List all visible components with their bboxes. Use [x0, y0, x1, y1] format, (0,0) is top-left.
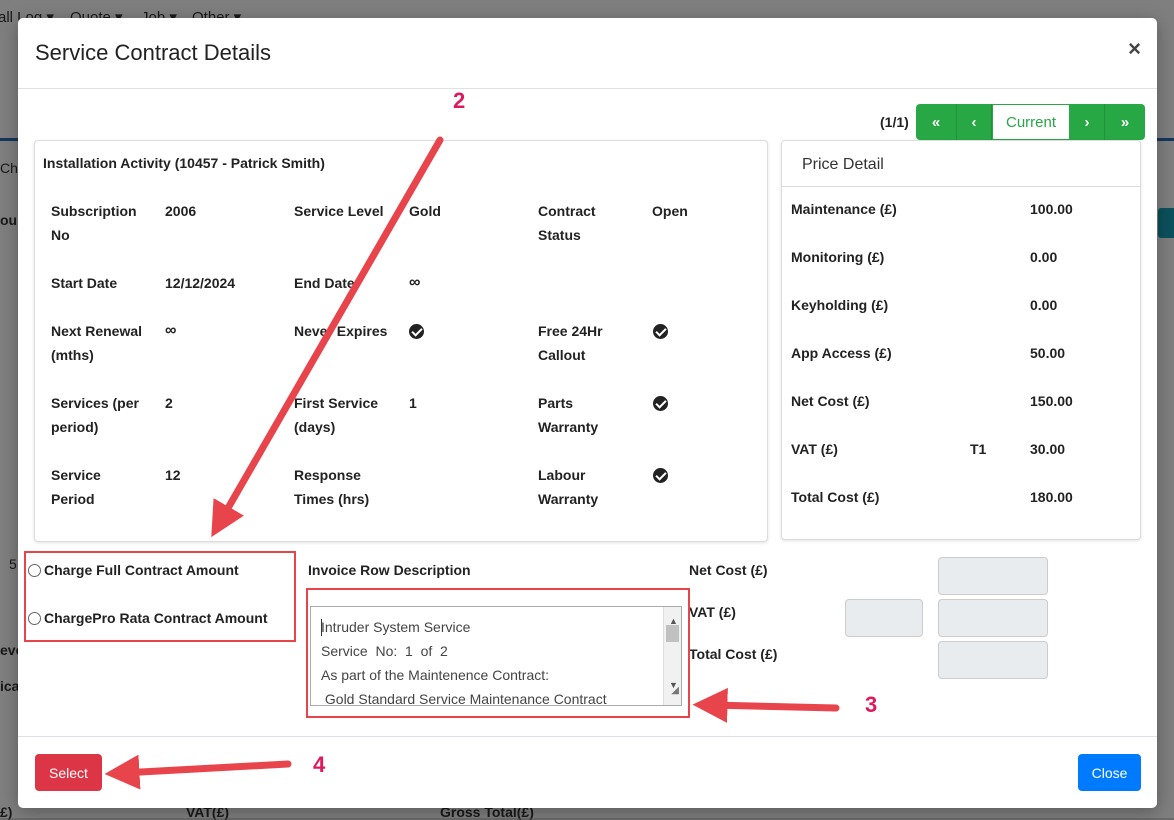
- select-button[interactable]: Select: [35, 754, 102, 791]
- price-maintenance-value: 100.00: [1030, 201, 1073, 217]
- installation-activity-card: Installation Activity (10457 - Patrick S…: [34, 140, 768, 542]
- subscription-label: Subscription No: [51, 203, 137, 243]
- vat-amount-input[interactable]: [938, 599, 1048, 637]
- close-button[interactable]: Close: [1078, 754, 1141, 791]
- vat-label: VAT (£): [689, 604, 736, 620]
- first-page-button[interactable]: «: [916, 104, 957, 140]
- service-period-value: 12: [165, 467, 181, 483]
- vat-code-input[interactable]: [845, 599, 923, 637]
- price-net-cost-label: Net Cost (£): [791, 393, 870, 409]
- service-level-value: Gold: [409, 203, 441, 219]
- price-vat-value: 30.00: [1030, 441, 1066, 457]
- price-vat-code: T1: [970, 441, 987, 457]
- parts-warranty-check-icon: [653, 396, 668, 411]
- price-detail-card: Price Detail Maintenance (£) 100.00 Moni…: [781, 140, 1141, 540]
- start-date-label: Start Date: [51, 275, 118, 291]
- modal-footer: [18, 736, 1157, 809]
- contract-status-value: Open: [652, 203, 688, 219]
- price-keyholding-value: 0.00: [1030, 297, 1058, 313]
- installation-activity-title: Installation Activity (10457 - Patrick S…: [43, 155, 325, 171]
- current-page-button[interactable]: Current: [992, 104, 1070, 140]
- price-total-cost-label: Total Cost (£): [791, 489, 880, 505]
- free-callout-label: Free 24Hr Callout: [538, 323, 603, 363]
- parts-warranty-label: Parts Warranty: [538, 395, 599, 435]
- record-pager: « ‹ Current › »: [916, 104, 1145, 140]
- services-per-period-label: Services (per period): [51, 395, 139, 435]
- next-renewal-value: ∞: [165, 322, 177, 339]
- next-page-button[interactable]: ›: [1070, 104, 1105, 140]
- total-cost-label: Total Cost (£): [689, 646, 778, 662]
- prev-page-button[interactable]: ‹: [957, 104, 992, 140]
- annotation-number-3: 3: [865, 692, 878, 717]
- price-detail-header: Price Detail: [782, 141, 1140, 187]
- first-service-value: 1: [409, 395, 417, 411]
- chevron-left-icon: ‹: [971, 113, 977, 131]
- annotation-number-4: 4: [313, 752, 326, 777]
- labour-warranty-label: Labour Warranty: [538, 467, 599, 507]
- never-expires-check-icon: [409, 324, 424, 339]
- services-per-period-value: 2: [165, 395, 173, 411]
- subscription-value: 2006: [165, 203, 197, 219]
- free-callout-check-icon: [653, 324, 668, 339]
- price-vat-label: VAT (£): [791, 441, 838, 457]
- price-monitoring-label: Monitoring (£): [791, 249, 885, 265]
- annotation-box-charge-options: [24, 551, 296, 642]
- service-period-label: Service Period: [51, 467, 101, 507]
- annotation-number-2: 2: [453, 88, 466, 113]
- annotation-box-invoice-description: [306, 588, 690, 718]
- price-maintenance-label: Maintenance (£): [791, 201, 897, 217]
- labour-warranty-check-icon: [653, 468, 668, 483]
- net-cost-input[interactable]: [938, 557, 1048, 595]
- close-icon[interactable]: ×: [1128, 36, 1141, 62]
- modal-title: Service Contract Details: [35, 40, 271, 65]
- price-keyholding-label: Keyholding (£): [791, 297, 889, 313]
- modal-header: Service Contract Details ×: [18, 18, 1157, 89]
- contract-status-label: Contract Status: [538, 203, 596, 243]
- net-cost-label: Net Cost (£): [689, 562, 768, 578]
- service-level-label: Service Level: [294, 203, 384, 219]
- first-service-label: First Service (days): [294, 395, 379, 435]
- price-app-access-value: 50.00: [1030, 345, 1066, 361]
- price-detail-title: Price Detail: [802, 156, 884, 173]
- end-date-value: ∞: [409, 274, 421, 291]
- response-times-label: Response Times (hrs): [294, 467, 370, 507]
- next-renewal-label: Next Renewal (mths): [51, 323, 143, 363]
- price-app-access-label: App Access (£): [791, 345, 892, 361]
- double-chevron-right-icon: »: [1120, 113, 1130, 131]
- start-date-value: 12/12/2024: [165, 275, 236, 291]
- price-net-cost-value: 150.00: [1030, 393, 1073, 409]
- chevron-right-icon: ›: [1084, 113, 1090, 131]
- never-expires-label: Never Expires: [294, 323, 388, 339]
- invoice-row-description-label: Invoice Row Description: [308, 562, 471, 578]
- price-total-cost-value: 180.00: [1030, 489, 1073, 505]
- price-monitoring-value: 0.00: [1030, 249, 1058, 265]
- last-page-button[interactable]: »: [1105, 104, 1145, 140]
- end-date-label: End Date: [294, 275, 355, 291]
- total-cost-input[interactable]: [938, 641, 1048, 679]
- double-chevron-left-icon: «: [931, 113, 941, 131]
- pager-count: (1/1): [880, 114, 909, 130]
